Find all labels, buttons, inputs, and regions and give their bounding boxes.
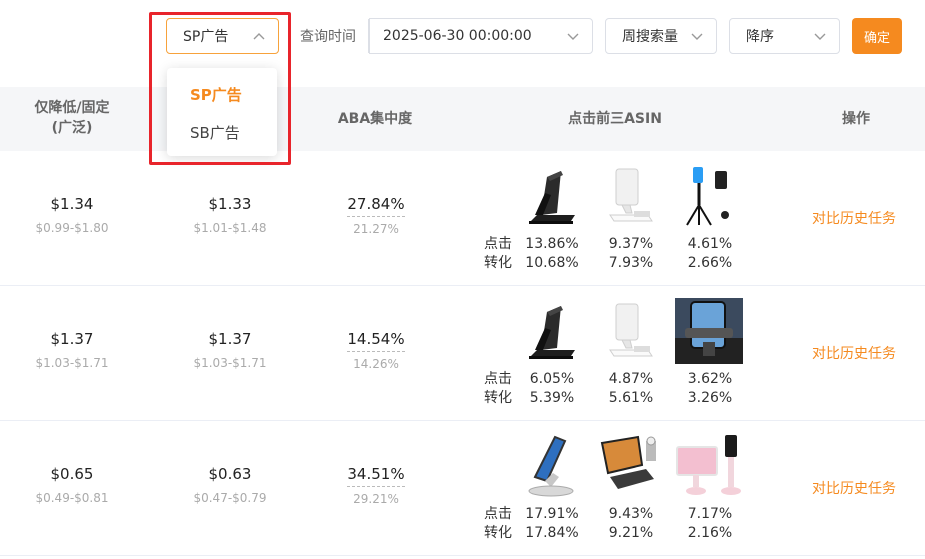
query-time-label: 查询时间	[300, 29, 356, 45]
aba-secondary-value: 14.26%	[353, 357, 399, 371]
date-select[interactable]: 2025-06-30 00:00:00	[369, 18, 593, 54]
chevron-down-icon	[566, 31, 580, 41]
aba-value[interactable]: 14.54%	[347, 330, 405, 352]
asin-conversion-rate: 2.66%	[687, 255, 733, 271]
bid-value: $0.65	[50, 465, 94, 483]
tablet-desk-stand-product-image[interactable]	[596, 433, 664, 499]
asin-click-rate: 13.86%	[525, 236, 579, 252]
asin-conversion-rate: 10.68%	[525, 255, 579, 271]
aba-secondary-value: 21.27%	[353, 222, 399, 236]
asin-conversion-rate: 7.93%	[608, 255, 654, 271]
bid-value: $1.37	[208, 330, 252, 348]
aba-value[interactable]: 34.51%	[347, 465, 405, 487]
silver-tablet-stand-product-image[interactable]	[517, 433, 585, 499]
table-row: $1.37 $1.03-$1.71 $1.37 $1.03-$1.71 14.54% 14…	[0, 286, 925, 421]
pink-tablet-stand-product-image[interactable]	[675, 433, 743, 499]
confirm-button[interactable]: 确定	[852, 18, 902, 54]
chevron-down-icon	[813, 31, 827, 41]
bid-cell: $1.34 $0.99-$1.80	[12, 195, 132, 235]
aba-cell: 34.51% 29.21%	[326, 465, 426, 506]
annotation-highlight-box	[149, 12, 291, 165]
metric-value: 周搜索量	[622, 29, 678, 45]
bid-range: $0.99-$1.80	[35, 221, 109, 235]
click-label: 点击	[484, 506, 512, 522]
asin-click-rate: 3.62%	[687, 371, 733, 387]
header-line: (广泛)	[51, 120, 93, 136]
asin-click-rate: 7.17%	[687, 506, 733, 522]
bid-range: $1.01-$1.48	[193, 221, 267, 235]
bid-cell: $1.37 $1.03-$1.71	[170, 330, 290, 370]
tripod-stand-product-image[interactable]	[675, 163, 743, 229]
aba-column-header[interactable]: ABA集中度	[320, 109, 430, 129]
bid-value: $1.34	[50, 195, 94, 213]
asin-click-rate: 17.91%	[525, 506, 579, 522]
black-foldable-stand-product-image[interactable]	[517, 163, 585, 229]
asin-click-rate: 9.37%	[608, 236, 654, 252]
asin-conversion-rate: 3.26%	[687, 390, 733, 406]
aba-cell: 14.54% 14.26%	[326, 330, 426, 371]
bid-column-header[interactable]: 仅降低/固定 (广泛)	[22, 98, 122, 138]
conversion-label: 转化	[484, 390, 512, 406]
bid-cell: $0.65 $0.49-$0.81	[12, 465, 132, 505]
conversion-label: 转化	[484, 525, 512, 541]
asin-click-rate: 6.05%	[529, 371, 575, 387]
asin-click-rate: 9.43%	[608, 506, 654, 522]
date-value: 2025-06-30 00:00:00	[383, 28, 532, 44]
asin-conversion-rate: 2.16%	[687, 525, 733, 541]
asin-click-rate: 4.61%	[687, 236, 733, 252]
aba-secondary-value: 29.21%	[353, 492, 399, 506]
click-label: 点击	[484, 236, 512, 252]
asin-conversion-rate: 5.39%	[529, 390, 575, 406]
click-label: 点击	[484, 371, 512, 387]
bid-value: $1.37	[50, 330, 94, 348]
bid-range: $1.03-$1.71	[193, 356, 267, 370]
table-header: 仅降低/固定 (广泛) ABA集中度 点击前三ASIN 操作	[0, 87, 925, 151]
aba-cell: 27.84% 21.27%	[326, 195, 426, 236]
car-vent-mount-product-image[interactable]	[675, 298, 743, 364]
top3-column-header: 点击前三ASIN	[568, 111, 662, 127]
asin-conversion-rate: 5.61%	[608, 390, 654, 406]
action-column-header: 操作	[842, 111, 870, 127]
asin-conversion-rate: 17.84%	[525, 525, 579, 541]
asin-click-rate: 4.87%	[608, 371, 654, 387]
chevron-down-icon	[690, 31, 704, 41]
aba-value[interactable]: 27.84%	[347, 195, 405, 217]
bid-cell: $1.33 $1.01-$1.48	[170, 195, 290, 235]
bid-value: $1.33	[208, 195, 252, 213]
black-foldable-stand-product-image[interactable]	[517, 298, 585, 364]
metric-select[interactable]: 周搜索量	[605, 18, 717, 54]
compare-history-link[interactable]: 对比历史任务	[812, 478, 896, 498]
bid-range: $1.03-$1.71	[35, 356, 109, 370]
compare-history-link[interactable]: 对比历史任务	[812, 208, 896, 228]
asin-conversion-rate: 9.21%	[608, 525, 654, 541]
compare-history-link[interactable]: 对比历史任务	[812, 343, 896, 363]
bid-range: $0.47-$0.79	[193, 491, 267, 505]
table-row: $1.34 $0.99-$1.80 $1.33 $1.01-$1.48 27.84% 21…	[0, 151, 925, 286]
order-value: 降序	[746, 29, 774, 45]
white-phone-stand-product-image[interactable]	[596, 298, 664, 364]
bid-value: $0.63	[208, 465, 252, 483]
bid-cell: $0.63 $0.47-$0.79	[170, 465, 290, 505]
white-phone-stand-product-image[interactable]	[596, 163, 664, 229]
table-row: $0.65 $0.49-$0.81 $0.63 $0.47-$0.79 34.51% 29…	[0, 421, 925, 556]
header-line: 仅降低/固定	[34, 100, 110, 116]
bid-cell: $1.37 $1.03-$1.71	[12, 330, 132, 370]
bid-range: $0.49-$0.81	[35, 491, 109, 505]
conversion-label: 转化	[484, 255, 512, 271]
order-select[interactable]: 降序	[729, 18, 840, 54]
